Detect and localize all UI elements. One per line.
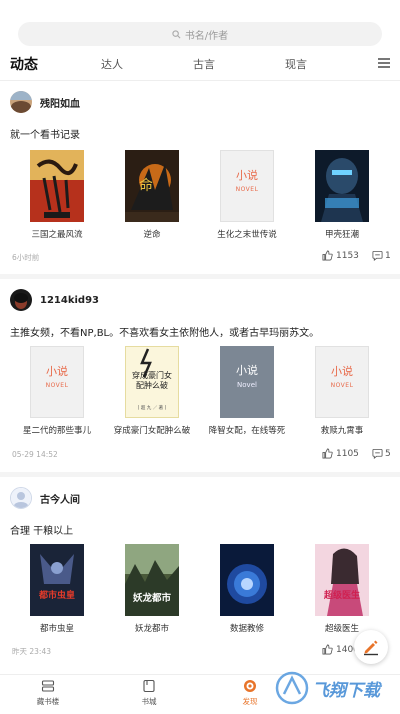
book-title: 都市虫皇: [39, 624, 74, 634]
book-cover: [30, 150, 84, 222]
post-text: 合理 干粮以上: [10, 526, 74, 537]
post-text: 就一个看书记录: [10, 130, 80, 141]
nav-discover[interactable]: 发现: [220, 679, 280, 707]
thumbs-up-icon: [322, 644, 333, 655]
book-item[interactable]: 穿成豪门女配肿么破 [ 超 九 ／ 著 ] 穿成豪门女配肿么破: [107, 346, 197, 436]
pencil-icon: [364, 640, 378, 656]
book-item[interactable]: 数据教修: [202, 544, 292, 634]
book-title: 逆命: [143, 230, 161, 240]
book-cover: 超级医生: [315, 544, 369, 616]
placeholder-cover: 小说 Novel: [220, 346, 274, 418]
discover-icon: [244, 680, 256, 692]
book-title: 降智女配，在线等死: [208, 426, 286, 436]
avatar[interactable]: [10, 487, 32, 509]
book-title: 穿成豪门女配肿么破: [113, 426, 191, 436]
post-time: 05-29 14:52: [12, 450, 58, 459]
nav-bookshelf[interactable]: 藏书楼: [18, 679, 78, 707]
book-item[interactable]: 甲壳狂潮: [297, 150, 387, 240]
tab-experts[interactable]: 达人: [101, 54, 123, 76]
cover-title-text: 都市虫皇: [38, 591, 75, 601]
cover-title-text: 妖龙都市: [132, 593, 171, 604]
book-cover: 穿成豪门女配肿么破 [ 超 九 ／ 著 ]: [125, 346, 179, 418]
tab-modern-romance[interactable]: 现言: [285, 54, 307, 76]
tab-ancient-romance[interactable]: 古言: [193, 54, 215, 76]
placeholder-cover: 小说 NOVEL: [220, 150, 274, 222]
search-bar[interactable]: 书名/作者: [18, 22, 382, 46]
comment-count: 5: [385, 448, 391, 459]
post-header: 残阳如血: [10, 90, 80, 114]
cover-title-text: 穿成豪门女配肿么破: [132, 371, 172, 390]
nav-label: 藏书楼: [36, 697, 60, 706]
comment-icon: [372, 250, 383, 261]
book-item[interactable]: 小说 Novel 降智女配，在线等死: [202, 346, 292, 436]
post-separator: [0, 274, 400, 279]
post-header: 古今人间: [10, 486, 80, 510]
book-title: 妖龙都市: [134, 624, 169, 634]
tab-bar: 动态 达人 古言 现言: [0, 54, 400, 78]
post-footer: 昨天 23:43 1400: [0, 644, 400, 660]
nav-label: 发现: [242, 697, 258, 706]
book-cover: [220, 544, 274, 616]
comment-icon: [372, 448, 383, 459]
like-button[interactable]: 1153: [322, 250, 359, 261]
book-item[interactable]: 超级医生 超级医生: [297, 544, 387, 634]
tab-menu-icon[interactable]: [378, 58, 390, 70]
site-watermark: 飞翔下载: [272, 668, 400, 708]
app-screen: 书名/作者 动态 达人 古言 现言 残阳如血 就一个看书记录 三国之最风流 命 …: [0, 0, 400, 714]
search-placeholder: 书名/作者: [184, 30, 229, 42]
book-item[interactable]: 小说 NOVEL 生化之末世传说: [202, 150, 292, 240]
book-title: 甲壳狂潮: [324, 230, 359, 240]
store-icon: [143, 679, 155, 693]
post-header: 1214kid93: [10, 288, 99, 312]
book-title: 数据教修: [229, 624, 264, 634]
like-button[interactable]: 1105: [322, 448, 359, 459]
avatar[interactable]: [10, 91, 32, 113]
post-footer: 05-29 14:52 1105 5: [0, 448, 400, 464]
post-time: 昨天 23:43: [12, 647, 51, 656]
username[interactable]: 1214kid93: [40, 295, 99, 306]
search-icon: [172, 29, 181, 38]
watermark-text: 飞翔下载: [312, 681, 380, 701]
username[interactable]: 残阳如血: [40, 95, 80, 110]
book-title: 生化之末世传说: [217, 230, 277, 240]
comment-button[interactable]: 1: [372, 250, 391, 261]
placeholder-cover: 小说 NOVEL: [315, 346, 369, 418]
book-title: 星二代的那些事儿: [22, 426, 91, 436]
like-count: 1105: [336, 448, 359, 459]
avatar[interactable]: [10, 289, 32, 311]
nav-label: 书城: [141, 697, 157, 706]
book-item[interactable]: 命 逆命: [107, 150, 197, 240]
nav-bookstore[interactable]: 书城: [119, 679, 179, 707]
book-cover: [315, 150, 369, 222]
book-cover: 命: [125, 150, 179, 222]
book-item[interactable]: 都市虫皇 都市虫皇: [12, 544, 102, 634]
book-cover: 妖龙都市: [125, 544, 179, 616]
book-title: 三国之最风流: [31, 230, 83, 240]
username[interactable]: 古今人间: [40, 491, 80, 506]
svg-text:命: 命: [139, 177, 153, 194]
tab-dynamic[interactable]: 动态: [10, 54, 38, 76]
book-item[interactable]: 三国之最风流: [12, 150, 102, 240]
book-cover: 都市虫皇: [30, 544, 84, 616]
book-item[interactable]: 小说 NOVEL 救赎九霄事: [297, 346, 387, 436]
cover-author-text: [ 超 九 ／ 著 ]: [137, 406, 167, 411]
post-text: 主推女频，不看NP,BL。不喜欢看女主依附他人，或者古早玛丽苏文。: [10, 328, 320, 339]
placeholder-cover: 小说 NOVEL: [30, 346, 84, 418]
book-title: 救赎九霄事: [320, 426, 364, 436]
post-time: 6小时前: [12, 253, 40, 262]
book-item[interactable]: 妖龙都市 妖龙都市: [107, 544, 197, 634]
post-footer: 6小时前 1153 1: [0, 250, 400, 266]
comment-count: 1: [385, 250, 391, 261]
comment-button[interactable]: 5: [372, 448, 391, 459]
thumbs-up-icon: [322, 250, 333, 261]
thumbs-up-icon: [322, 448, 333, 459]
bookshelf-icon: [41, 680, 55, 692]
write-post-button[interactable]: [354, 630, 388, 664]
divider: [0, 80, 400, 81]
post-separator: [0, 472, 400, 477]
like-count: 1153: [336, 250, 359, 261]
cover-title-text: 超级医生: [323, 591, 360, 601]
book-item[interactable]: 小说 NOVEL 星二代的那些事儿: [12, 346, 102, 436]
